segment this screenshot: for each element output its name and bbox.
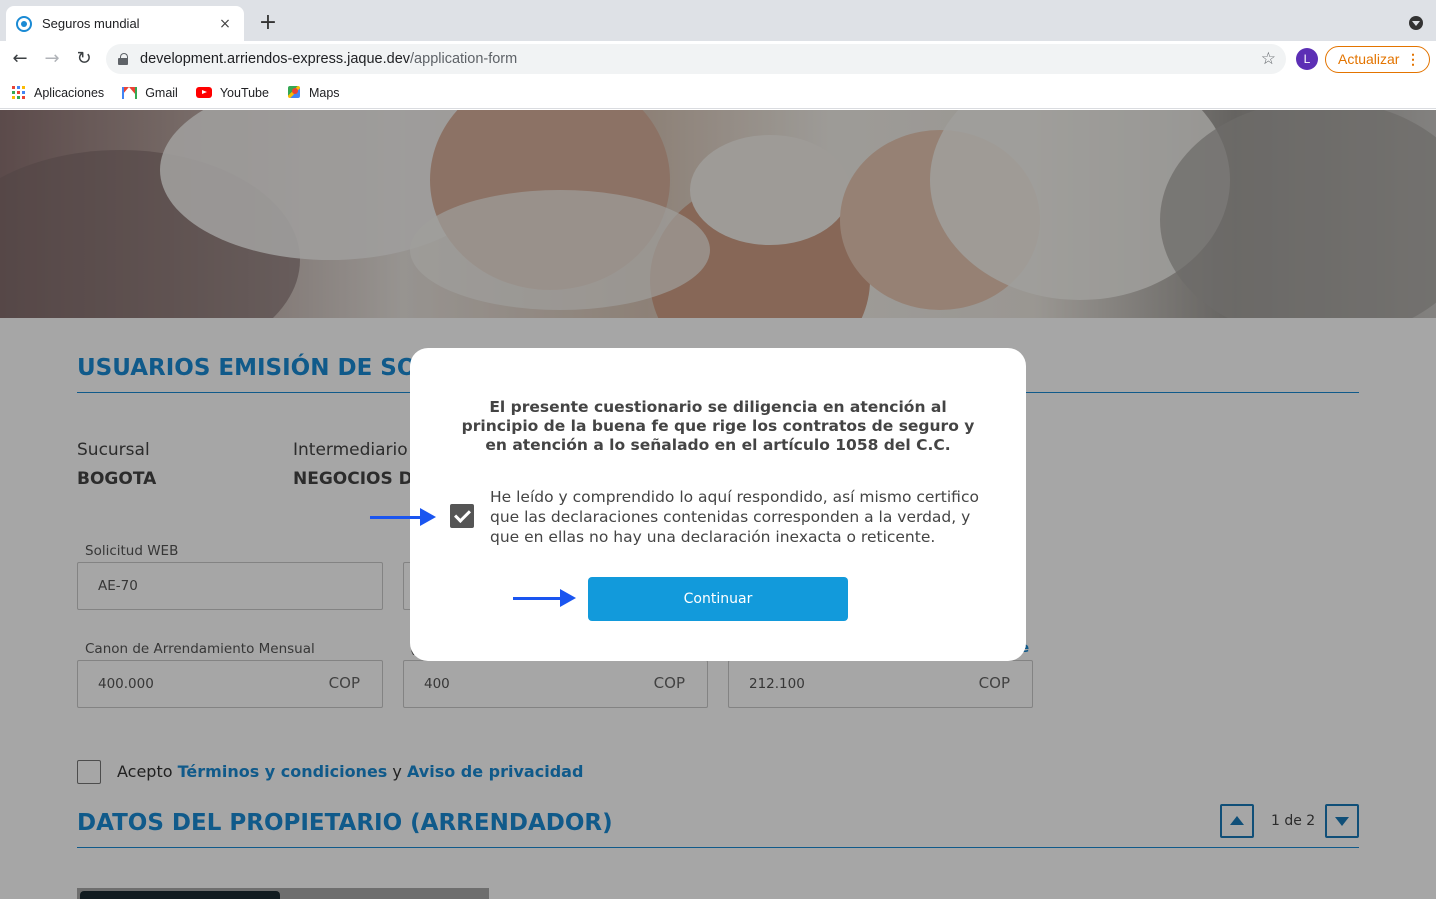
browser-toolbar: ← → ↻ development.arriendos-express.jaqu… xyxy=(0,41,1436,77)
close-tab-icon[interactable]: × xyxy=(216,16,234,32)
reload-button[interactable]: ↻ xyxy=(72,47,96,71)
forward-button[interactable]: → xyxy=(40,47,64,71)
lock-icon xyxy=(118,53,128,65)
declaration-statement: He leído y comprendido lo aquí respondid… xyxy=(490,488,979,546)
bookmark-label: Aplicaciones xyxy=(34,85,105,100)
more-menu-icon[interactable]: ⋮ xyxy=(1406,47,1420,72)
annotation-arrow-icon xyxy=(513,589,576,607)
apps-icon xyxy=(12,85,26,100)
tab-strip: Seguros mundial × + xyxy=(0,0,1436,41)
bookmark-aplicaciones[interactable]: Aplicaciones xyxy=(12,85,105,100)
back-button[interactable]: ← xyxy=(8,47,32,71)
url-host: development.arriendos-express.jaque.dev xyxy=(140,51,411,67)
bookmarks-bar: Aplicaciones Gmail YouTube Maps xyxy=(0,77,1436,109)
annotation-arrow-icon xyxy=(370,508,436,526)
gmail-icon xyxy=(122,86,137,99)
maps-icon xyxy=(287,85,301,101)
update-label: Actualizar xyxy=(1338,51,1400,67)
bookmark-label: Maps xyxy=(308,85,340,100)
site-favicon-icon xyxy=(16,15,32,32)
bookmark-label: YouTube xyxy=(219,85,269,100)
continue-button[interactable]: Continuar xyxy=(588,577,848,621)
bookmark-maps[interactable]: Maps xyxy=(287,85,340,101)
declaration-modal: El presente cuestionario se diligencia e… xyxy=(410,348,1026,661)
url-path: /application-form xyxy=(410,51,518,67)
modal-heading: El presente cuestionario se diligencia e… xyxy=(461,398,975,454)
profile-avatar[interactable]: L xyxy=(1296,48,1318,70)
browser-tab[interactable]: Seguros mundial × xyxy=(6,6,244,41)
tab-search-icon[interactable] xyxy=(1409,16,1423,30)
address-bar[interactable]: development.arriendos-express.jaque.dev /… xyxy=(106,44,1286,74)
bookmark-youtube[interactable]: YouTube xyxy=(195,85,269,100)
new-tab-button[interactable]: + xyxy=(256,9,280,37)
page-content: USUARIOS EMISIÓN DE SOLIC Sucursal BOGOT… xyxy=(0,110,1436,899)
bookmark-label: Gmail xyxy=(145,85,178,100)
tab-title: Seguros mundial xyxy=(42,16,140,31)
declaration-checkbox[interactable] xyxy=(450,504,474,528)
bookmark-gmail[interactable]: Gmail xyxy=(122,86,178,100)
bookmark-star-icon[interactable]: ☆ xyxy=(1261,49,1276,69)
youtube-icon xyxy=(195,87,212,98)
update-button[interactable]: Actualizar ⋮ xyxy=(1325,46,1430,73)
